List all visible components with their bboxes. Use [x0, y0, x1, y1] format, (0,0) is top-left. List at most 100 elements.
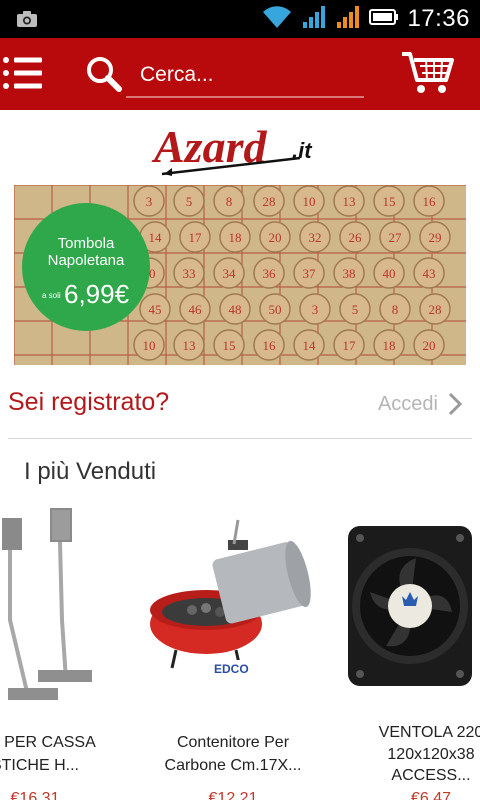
svg-text:10: 10	[143, 338, 156, 353]
svg-text:18: 18	[229, 230, 242, 245]
svg-text:32: 32	[309, 230, 322, 245]
svg-text:33: 33	[183, 266, 196, 281]
tombola-token: 20	[259, 221, 291, 253]
product-card[interactable]: EDCO Contenitore Per Carbone Cm.17X... €…	[148, 500, 318, 800]
svg-text:16: 16	[263, 338, 277, 353]
tombola-token: 43	[413, 257, 445, 289]
svg-text:15: 15	[383, 194, 396, 209]
product-name-line: Contenitore Per	[176, 734, 290, 751]
tombola-token: 10	[293, 185, 325, 217]
menu-icon	[3, 57, 42, 89]
product-name-line: Carbone Cm.17X...	[164, 757, 302, 774]
azard-logo[interactable]: Azard .it	[150, 118, 330, 180]
tombola-token: 17	[333, 329, 365, 361]
tombola-token: 15	[213, 329, 245, 361]
registered-question: Sei registrato?	[8, 388, 170, 416]
tombola-token: 27	[379, 221, 411, 253]
tombola-token: 18	[373, 329, 405, 361]
wifi-icon	[261, 4, 293, 35]
product-image-speaker-stands	[2, 508, 92, 700]
product-image-chimney-starter: EDCO	[150, 519, 311, 676]
login-label: Accedi	[377, 392, 438, 415]
tombola-token: 14	[293, 329, 325, 361]
tombola-token: 15	[373, 185, 405, 217]
tombola-token: 29	[419, 221, 451, 253]
best-sellers-carousel[interactable]: RTI PER CASSA STICHE H... €16,31 EDCO Co…	[0, 500, 480, 800]
svg-text:10: 10	[303, 194, 316, 209]
svg-text:14: 14	[303, 338, 317, 353]
svg-text:37: 37	[303, 266, 317, 281]
svg-text:8: 8	[392, 302, 399, 317]
clock: 17:36	[407, 5, 470, 32]
status-bar: 17:36	[0, 0, 480, 38]
svg-text:43: 43	[423, 266, 436, 281]
promo-product-name: Tombola Napoletana	[47, 235, 125, 269]
tombola-token: 46	[179, 293, 211, 325]
svg-text:3: 3	[312, 302, 319, 317]
search-icon[interactable]	[84, 54, 124, 94]
svg-text:20: 20	[423, 338, 436, 353]
svg-text:16: 16	[423, 194, 437, 209]
svg-text:34: 34	[223, 266, 237, 281]
tombola-token: 18	[219, 221, 251, 253]
product-name-line: ACCESS...	[391, 767, 471, 784]
tombola-token: 40	[373, 257, 405, 289]
svg-text:17: 17	[343, 338, 357, 353]
cart-button[interactable]	[400, 50, 456, 96]
tombola-token: 16	[413, 185, 445, 217]
login-row[interactable]: Sei registrato? Accedi	[8, 378, 472, 430]
tombola-token: 17	[179, 221, 211, 253]
tombola-token: 45	[139, 293, 171, 325]
svg-text:17: 17	[189, 230, 203, 245]
svg-text:5: 5	[352, 302, 359, 317]
svg-text:28: 28	[263, 194, 276, 209]
svg-text:28: 28	[429, 302, 442, 317]
tombola-token: 36	[253, 257, 285, 289]
menu-button[interactable]	[0, 52, 48, 96]
tombola-token: 50	[259, 293, 291, 325]
tombola-token: 13	[173, 329, 205, 361]
svg-text:15: 15	[223, 338, 236, 353]
app-screen: 17:36 Cerca... Azard .it 3 5 8 28 10 13 …	[0, 0, 480, 800]
product-price: €6,47	[410, 790, 452, 800]
tombola-token: 26	[339, 221, 371, 253]
section-title-best-sellers: I più Venduti	[24, 458, 157, 485]
tombola-token: 28	[419, 293, 451, 325]
svg-text:48: 48	[229, 302, 242, 317]
svg-text:45: 45	[149, 302, 162, 317]
camera-icon	[16, 10, 38, 33]
svg-text:36: 36	[263, 266, 277, 281]
svg-text:EDCO: EDCO	[214, 662, 249, 676]
product-name-line: STICHE H...	[0, 757, 79, 774]
tombola-token: 34	[213, 257, 245, 289]
app-bar	[0, 38, 480, 110]
product-card[interactable]: VENTOLA 220 120x120x38 ACCESS... €6,47	[346, 500, 480, 800]
svg-text:26: 26	[349, 230, 363, 245]
tombola-token: 3	[133, 185, 165, 217]
svg-text:29: 29	[429, 230, 442, 245]
chevron-right-icon	[448, 392, 462, 416]
tombola-token: 33	[173, 257, 205, 289]
product-price: €12,21	[208, 790, 258, 800]
tombola-token: 16	[253, 329, 285, 361]
svg-text:46: 46	[189, 302, 203, 317]
search-input[interactable]	[126, 52, 364, 98]
signal-icon	[301, 4, 327, 35]
tombola-token: 13	[333, 185, 365, 217]
login-button[interactable]: Accedi	[378, 386, 462, 422]
svg-text:27: 27	[389, 230, 403, 245]
svg-text:14: 14	[149, 230, 163, 245]
product-name-line: RTI PER CASSA	[0, 734, 96, 751]
tombola-token: 8	[213, 185, 245, 217]
tombola-token: 10	[133, 329, 165, 361]
tombola-token: 8	[379, 293, 411, 325]
svg-text:5: 5	[186, 194, 193, 209]
product-image-fan	[348, 526, 472, 686]
promo-price: 6,99€	[64, 279, 130, 309]
tombola-token: 5	[173, 185, 205, 217]
svg-text:13: 13	[183, 338, 196, 353]
svg-text:13: 13	[343, 194, 356, 209]
product-card[interactable]: RTI PER CASSA STICHE H... €16,31	[0, 500, 120, 800]
svg-text:38: 38	[343, 266, 356, 281]
promo-banner[interactable]: 3582810131516141718203226272930333436373…	[14, 185, 466, 365]
